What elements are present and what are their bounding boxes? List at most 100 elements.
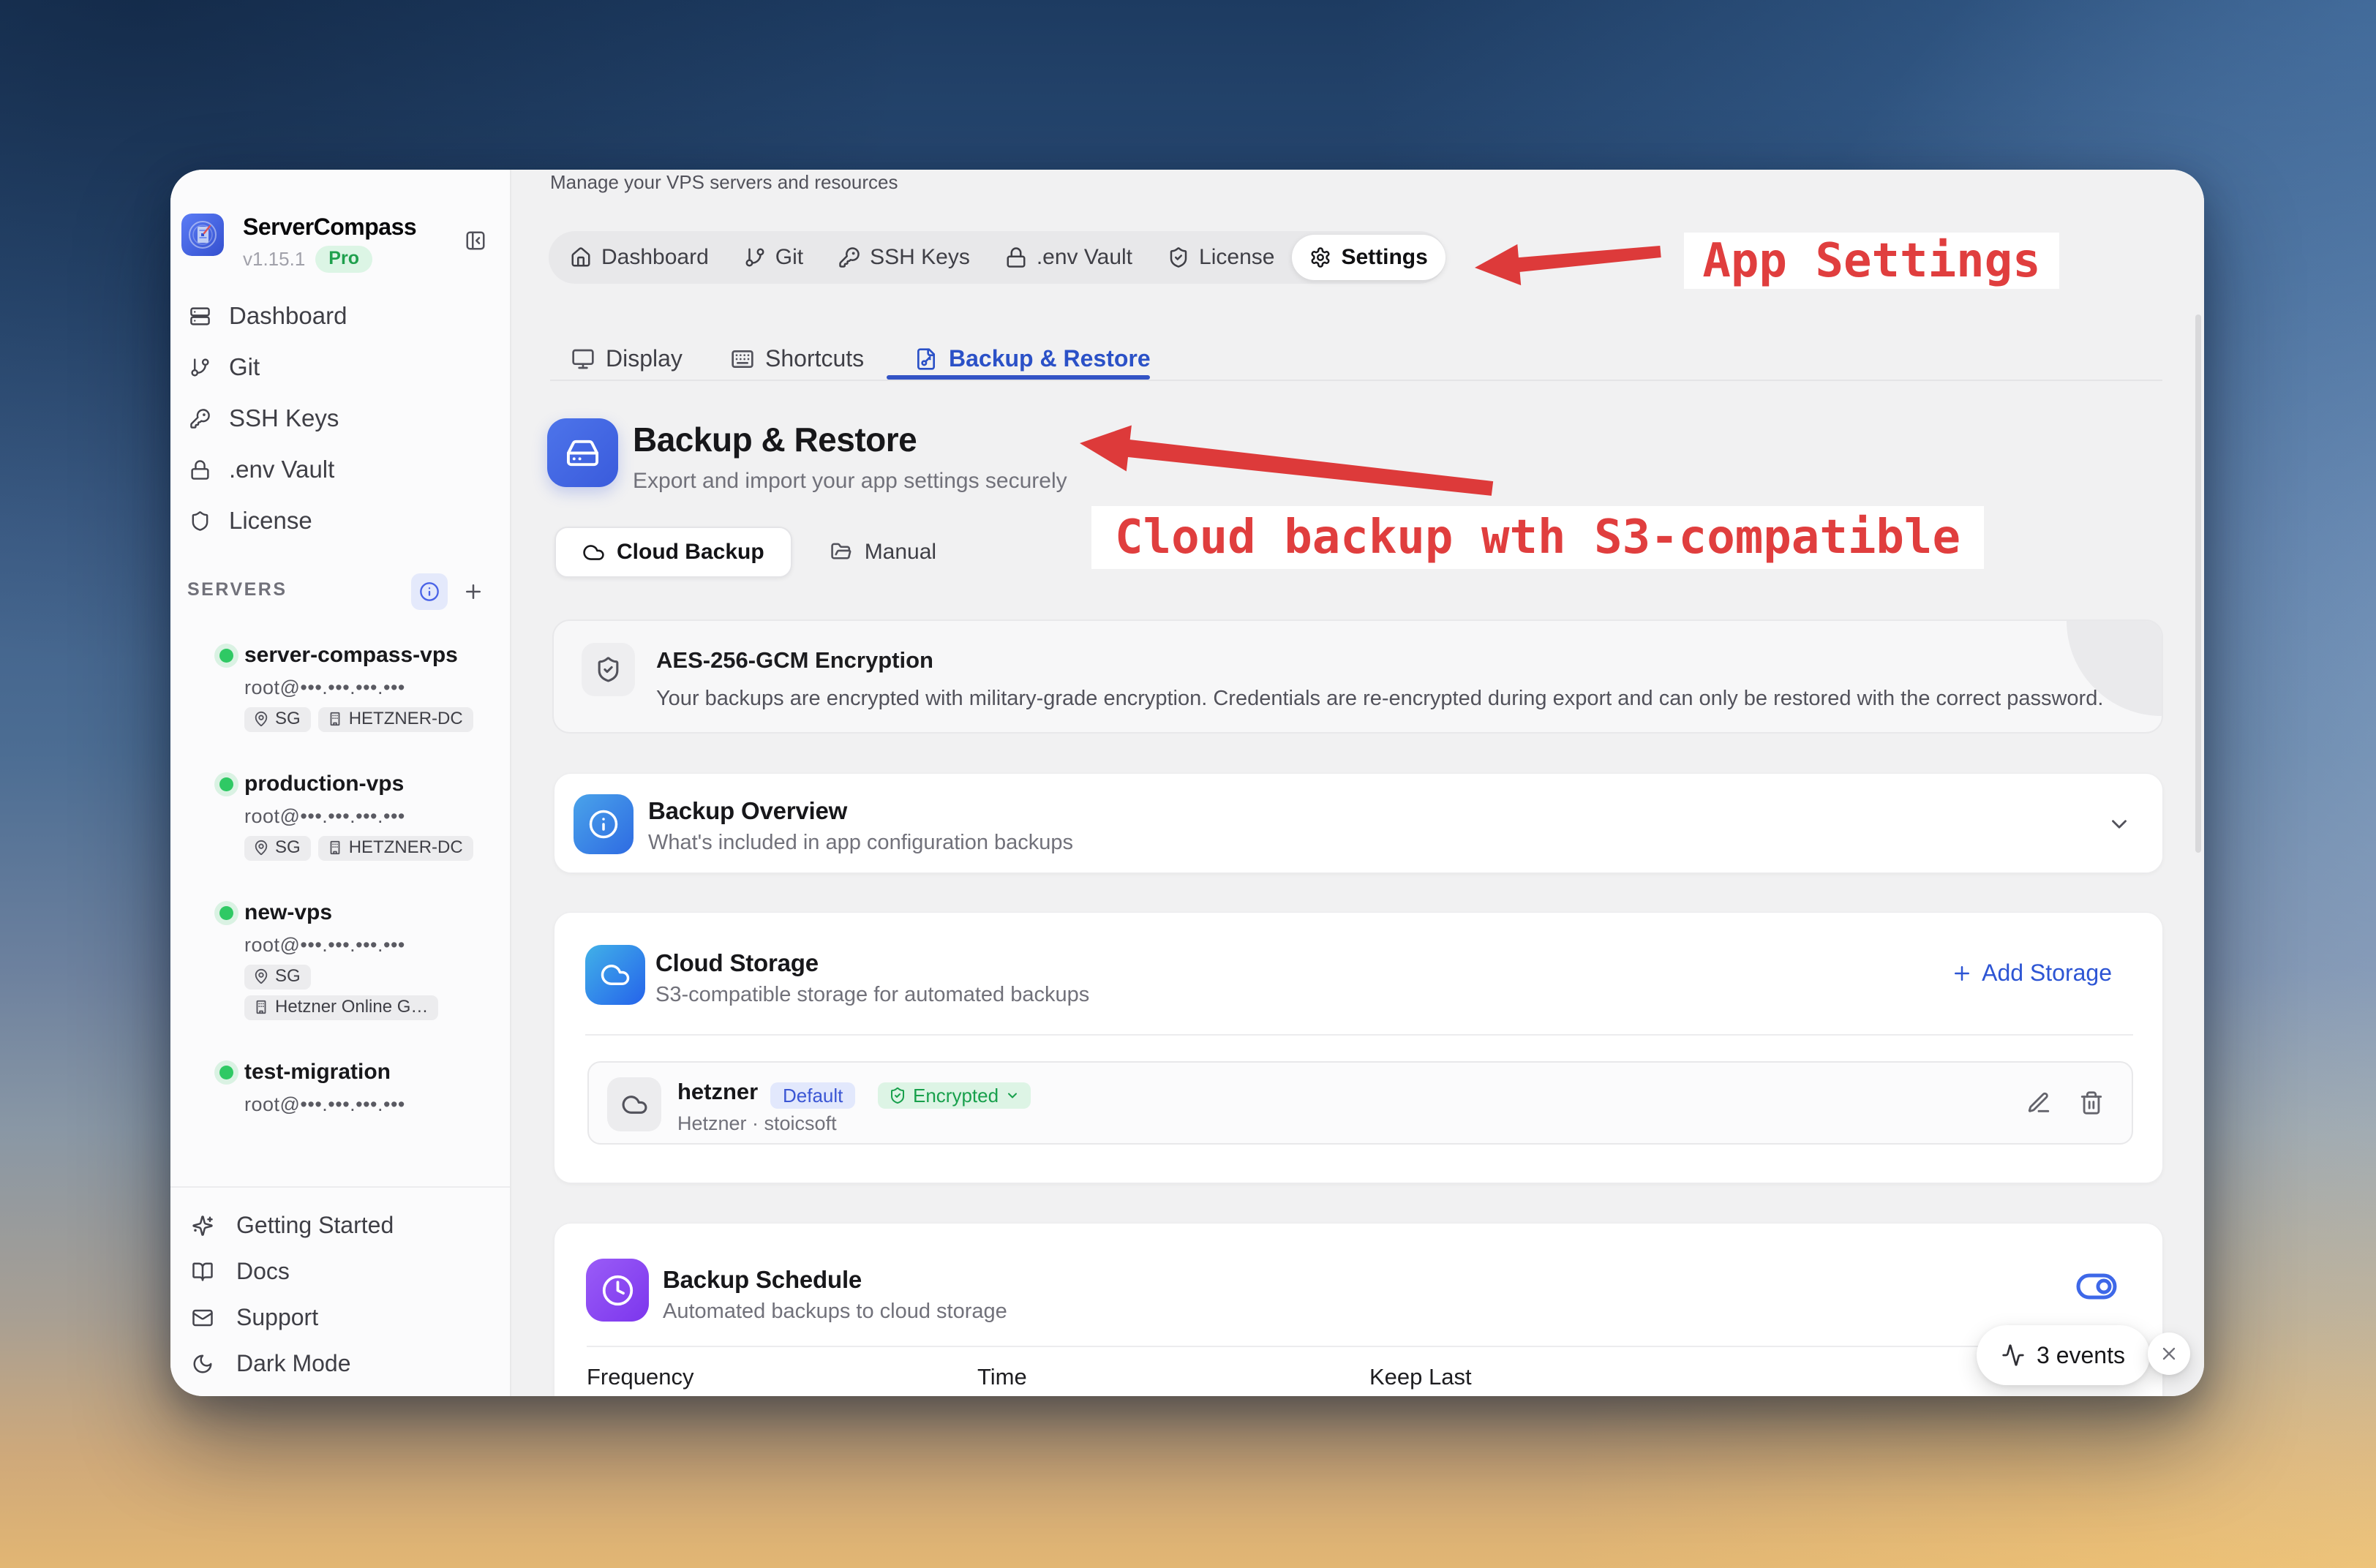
app-version: v1.15.1 xyxy=(243,248,306,270)
tab-ssh-keys[interactable]: SSH Keys xyxy=(821,235,988,280)
app-window: ServerCompass v1.15.1 Pro Dashboard Git … xyxy=(170,170,2204,1396)
overview-subtitle: What's included in app configuration bac… xyxy=(648,831,1074,854)
subtab-backup-restore[interactable]: Backup & Restore xyxy=(914,345,1151,372)
sidebar-item-label: License xyxy=(229,507,312,534)
sidebar-item-git[interactable]: Git xyxy=(170,342,510,393)
events-close-button[interactable] xyxy=(2148,1333,2190,1375)
subtab-shortcuts[interactable]: Shortcuts xyxy=(731,345,864,372)
subtab-label: Shortcuts xyxy=(765,345,865,372)
storage-item-row[interactable]: hetzner Default Encrypted Hetzner · stoi… xyxy=(587,1061,2133,1145)
backup-schedule-card: Backup Schedule Automated backups to clo… xyxy=(554,1223,2163,1396)
sidebar-collapse-icon[interactable] xyxy=(465,230,486,252)
sidebar-item-docs[interactable]: Docs xyxy=(170,1248,510,1294)
encrypted-badge[interactable]: Encrypted xyxy=(878,1082,1031,1109)
schedule-title: Backup Schedule xyxy=(663,1266,862,1293)
sidebar-item-label: Git xyxy=(229,353,260,380)
server-item[interactable]: new-vps root@•••.•••.•••.••• SG Hetzner … xyxy=(170,899,510,1020)
sidebar-item-label: SSH Keys xyxy=(229,404,339,431)
tab-license[interactable]: License xyxy=(1150,235,1292,280)
key-icon xyxy=(189,408,211,429)
server-tag: HETZNER-DC xyxy=(317,707,473,732)
map-pin-icon xyxy=(253,711,269,727)
building-icon xyxy=(253,999,269,1015)
sidebar-item-ssh-keys[interactable]: SSH Keys xyxy=(170,393,510,444)
tag-label: SG xyxy=(275,966,301,986)
sidebar-item-support[interactable]: Support xyxy=(170,1294,510,1341)
server-item[interactable]: test-migration root@•••.•••.•••.••• xyxy=(170,1058,510,1117)
add-server-button[interactable] xyxy=(462,581,484,603)
sidebar-item-dark-mode[interactable]: Dark Mode xyxy=(170,1341,510,1387)
tag-label: HETZNER-DC xyxy=(348,837,463,857)
app-logo xyxy=(181,214,224,256)
tab-dashboard[interactable]: Dashboard xyxy=(552,235,726,280)
scrollbar-thumb[interactable] xyxy=(2195,314,2201,853)
shield-check-icon xyxy=(582,643,635,696)
backup-mode-switch: Cloud Backup Manual xyxy=(554,527,944,578)
lock-icon xyxy=(1005,246,1027,268)
sidebar-item-label: Dashboard xyxy=(229,302,347,329)
server-tag: SG xyxy=(244,965,311,990)
tag-label: HETZNER-DC xyxy=(348,709,463,728)
overview-title: Backup Overview xyxy=(648,797,848,824)
sparkles-icon xyxy=(192,1215,214,1237)
tab-env-vault[interactable]: .env Vault xyxy=(988,235,1150,280)
schedule-keeplast-label: Keep Last xyxy=(1369,1364,1472,1390)
servers-info-button[interactable] xyxy=(411,573,448,610)
storage-item-name: hetzner xyxy=(677,1079,759,1104)
server-host: root@•••.•••.•••.••• xyxy=(244,1093,405,1115)
events-count-label: 3 events xyxy=(2037,1341,2125,1368)
tab-label: SSH Keys xyxy=(870,245,970,269)
sidebar-item-label: Getting Started xyxy=(236,1212,394,1238)
cloud-backup-button[interactable]: Cloud Backup xyxy=(554,527,792,578)
storage-subtitle: S3-compatible storage for automated back… xyxy=(655,983,1090,1006)
tab-label: License xyxy=(1199,245,1275,269)
server-status-dot xyxy=(219,777,233,791)
server-name: production-vps xyxy=(244,772,405,796)
edit-icon[interactable] xyxy=(2026,1090,2051,1115)
pro-badge: Pro xyxy=(315,246,372,273)
tab-settings[interactable]: Settings xyxy=(1292,235,1445,280)
sidebar-item-getting-started[interactable]: Getting Started xyxy=(170,1202,510,1248)
divider xyxy=(585,1034,2133,1036)
manual-backup-button[interactable]: Manual xyxy=(823,527,944,578)
server-icon xyxy=(189,306,211,327)
tab-label: Settings xyxy=(1341,245,1428,269)
server-status-dot xyxy=(219,1066,233,1079)
sidebar-footer: Getting Started Docs Support Dark Mode xyxy=(170,1186,510,1387)
events-pill[interactable]: 3 events xyxy=(1977,1325,2150,1385)
app-name: ServerCompass xyxy=(243,214,417,240)
encryption-info-box: AES-256-GCM Encryption Your backups are … xyxy=(552,619,2163,734)
subtab-label: Backup & Restore xyxy=(949,345,1151,372)
chevron-down-icon xyxy=(1005,1088,1020,1103)
moon-icon xyxy=(192,1353,214,1375)
shield-check-icon xyxy=(889,1087,906,1104)
schedule-frequency-label: Frequency xyxy=(587,1364,694,1390)
server-item[interactable]: production-vps root@•••.•••.•••.••• SG H… xyxy=(170,770,510,861)
main-content: Manage your VPS servers and resources Da… xyxy=(511,170,2204,1396)
sidebar-item-license[interactable]: License xyxy=(170,495,510,546)
sidebar-item-dashboard[interactable]: Dashboard xyxy=(170,290,510,342)
main-tabbar: Dashboard Git SSH Keys .env Vault Licens… xyxy=(549,231,1445,284)
key-icon xyxy=(838,246,860,268)
sidebar-item-env-vault[interactable]: .env Vault xyxy=(170,444,510,495)
server-item[interactable]: server-compass-vps root@•••.•••.•••.••• … xyxy=(170,641,510,732)
cloud-icon xyxy=(607,1077,661,1131)
server-host: root@•••.•••.•••.••• xyxy=(244,676,405,698)
monitor-icon xyxy=(571,347,595,371)
active-subtab-underline xyxy=(887,375,1150,380)
default-badge: Default xyxy=(770,1082,856,1109)
tab-git[interactable]: Git xyxy=(726,235,821,280)
backup-overview-card[interactable]: Backup Overview What's included in app c… xyxy=(554,773,2163,873)
schedule-toggle-on[interactable] xyxy=(2069,1264,2124,1308)
file-key-icon xyxy=(914,347,938,371)
add-storage-button[interactable]: Add Storage xyxy=(1951,960,2112,987)
chevron-down-icon[interactable] xyxy=(2107,812,2132,837)
sidebar-nav: Dashboard Git SSH Keys .env Vault Licens… xyxy=(170,290,510,546)
page-title: Backup & Restore xyxy=(633,421,917,459)
sidebar-item-label: Docs xyxy=(236,1258,290,1284)
server-name: server-compass-vps xyxy=(244,643,458,667)
schedule-time-label: Time xyxy=(977,1364,1027,1390)
trash-icon[interactable] xyxy=(2079,1090,2104,1115)
subtab-display[interactable]: Display xyxy=(571,345,683,372)
section-heading-text: Backup & Restore Export and import your … xyxy=(633,418,1067,494)
